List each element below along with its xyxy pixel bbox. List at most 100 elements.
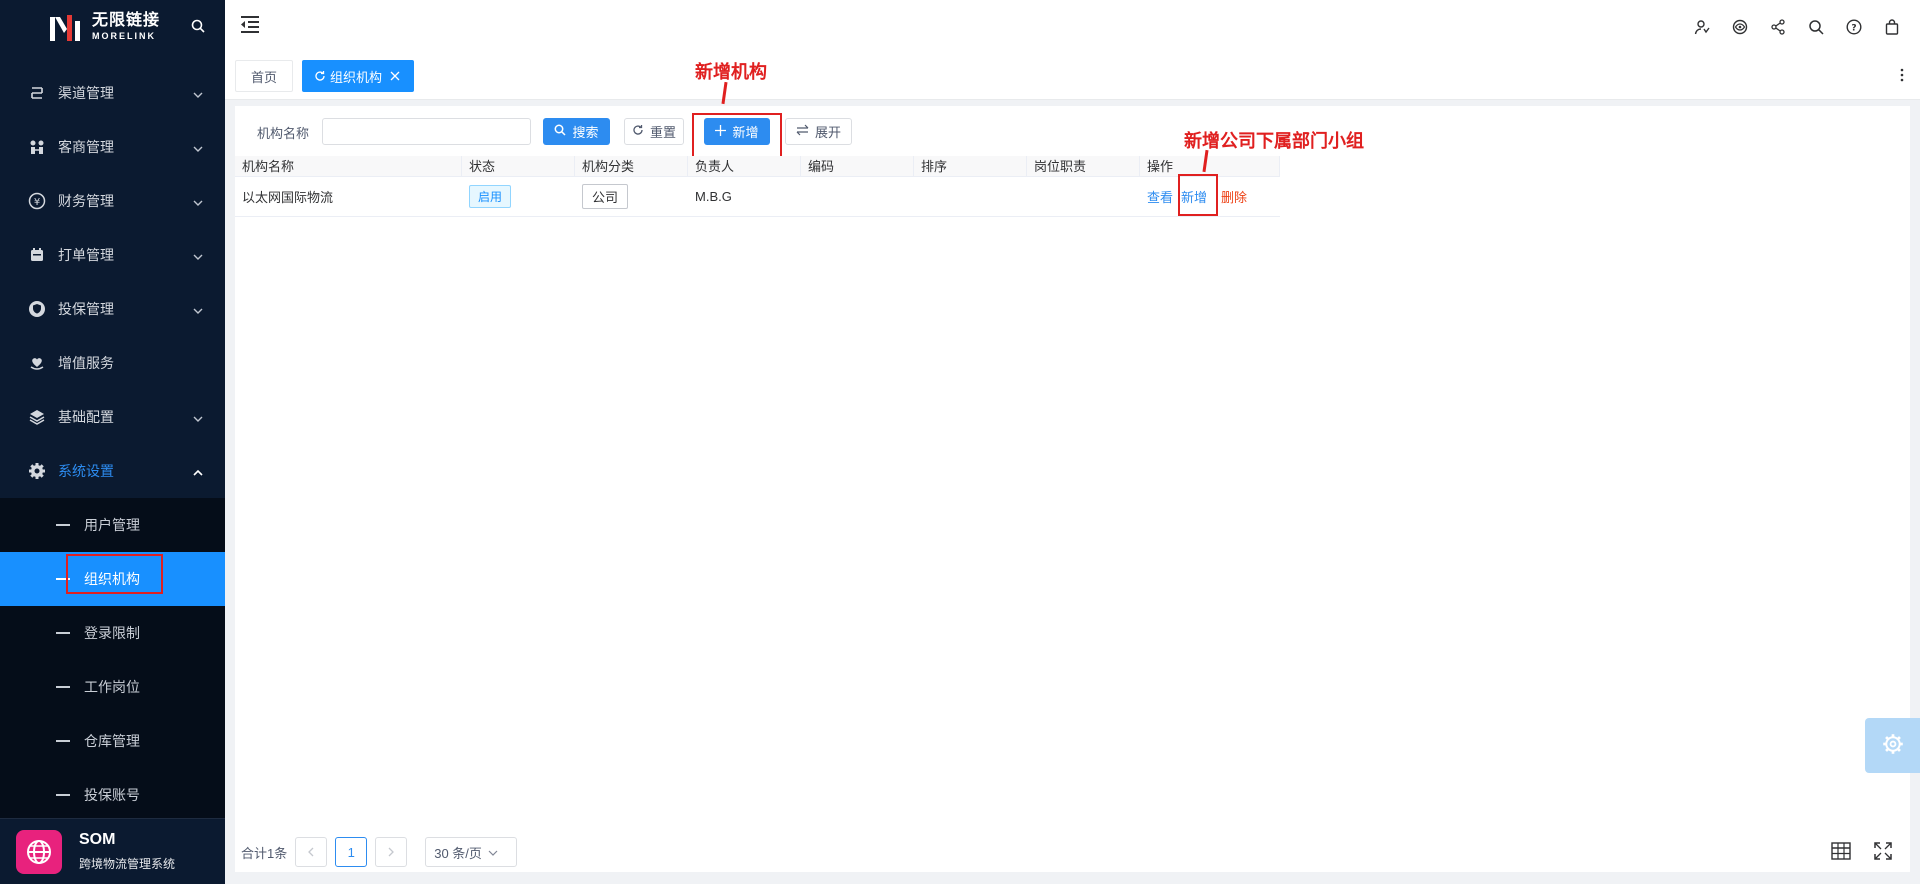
- annotation-add-sub: 新增公司下属部门小组: [1184, 131, 1364, 151]
- menu-label: 基础配置: [58, 409, 114, 425]
- tab-organization[interactable]: 组织机构: [302, 60, 414, 92]
- org-name-input[interactable]: [322, 118, 531, 145]
- chevron-down-icon: [488, 845, 498, 860]
- menu-label: 客商管理: [58, 139, 114, 155]
- sidebar: 无限链接 MORELINK 渠道管理 客商管理 ¥ 财务管理 打单管理 投保管理…: [0, 0, 225, 884]
- sub-label: 仓库管理: [84, 733, 140, 749]
- sub-item-organization[interactable]: 组织机构: [0, 552, 225, 606]
- brand-text: SOM 跨境物流管理系统: [79, 831, 175, 872]
- top-header: ?: [225, 0, 1920, 54]
- menu-label: 系统设置: [58, 463, 114, 479]
- table-columns-icon[interactable]: [1830, 840, 1852, 862]
- table-header: 机构名称 状态 机构分类 负责人 编码 排序 岗位职责 操作: [235, 156, 1280, 177]
- sub-label: 登录限制: [84, 625, 140, 641]
- menu-item-system-settings[interactable]: 系统设置: [0, 444, 225, 498]
- prev-page-button[interactable]: [295, 837, 328, 867]
- cell-code: [801, 177, 914, 216]
- swap-icon: [796, 124, 809, 139]
- tab-label: 组织机构: [330, 69, 383, 85]
- org-table: 机构名称 状态 机构分类 负责人 编码 排序 岗位职责 操作 以太网国际物流 启…: [235, 156, 1280, 217]
- floating-settings-button[interactable]: [1865, 718, 1920, 773]
- menu-item-merchant[interactable]: 客商管理: [0, 120, 225, 174]
- menu-fold-icon[interactable]: [240, 15, 260, 33]
- tab-label: 首页: [250, 69, 277, 85]
- sub-item-work-post[interactable]: 工作岗位: [0, 660, 225, 714]
- col-header: 排序: [914, 156, 1027, 176]
- logo-bar: 无限链接 MORELINK: [0, 0, 225, 54]
- dash-icon: [56, 632, 70, 634]
- menu-item-insurance[interactable]: 投保管理: [0, 282, 225, 336]
- logo-text: 无限链接 MORELINK: [92, 13, 160, 41]
- pagination: 合计1条 1 30 条/页: [241, 836, 518, 868]
- col-header: 负责人: [688, 156, 801, 176]
- sub-item-warehouse[interactable]: 仓库管理: [0, 714, 225, 768]
- delete-link[interactable]: 删除: [1221, 187, 1247, 206]
- status-badge: 启用: [469, 185, 512, 208]
- chevron-up-icon: [193, 465, 203, 476]
- user-switch-icon[interactable]: [1692, 17, 1712, 37]
- dash-icon: [56, 686, 70, 688]
- sub-item-login-limit[interactable]: 登录限制: [0, 606, 225, 660]
- highlight-box: [1178, 174, 1219, 216]
- reset-button[interactable]: 重置: [624, 118, 684, 145]
- menu-label: 财务管理: [58, 193, 114, 209]
- brand-footer: SOM 跨境物流管理系统: [0, 818, 225, 884]
- sub-label: 投保账号: [84, 787, 140, 803]
- side-menu: 渠道管理 客商管理 ¥ 财务管理 打单管理 投保管理 增值服务 基础配置 系统设…: [0, 66, 225, 498]
- header-icons: ?: [1692, 17, 1902, 37]
- chevron-down-icon: [193, 411, 203, 422]
- tab-home[interactable]: 首页: [235, 60, 293, 92]
- fullscreen-icon[interactable]: [1872, 840, 1894, 862]
- total-count: 合计1条: [241, 845, 288, 861]
- chevron-down-icon: [193, 249, 203, 260]
- menu-item-base-config[interactable]: 基础配置: [0, 390, 225, 444]
- view-link[interactable]: 查看: [1147, 187, 1173, 206]
- menu-search-icon[interactable]: [191, 19, 205, 33]
- chevron-down-icon: [193, 87, 203, 98]
- page-size-select[interactable]: 30 条/页: [425, 837, 518, 867]
- expand-button-label: 展开: [814, 125, 841, 140]
- sub-item-insurance-account[interactable]: 投保账号: [0, 768, 225, 822]
- cell-status: 启用: [462, 177, 575, 216]
- cell-org-name: 以太网国际物流: [242, 190, 334, 205]
- dash-icon: [56, 794, 70, 796]
- reset-button-label: 重置: [649, 125, 676, 140]
- menu-item-value-added[interactable]: 增值服务: [0, 336, 225, 390]
- refresh-icon[interactable]: [314, 70, 326, 82]
- close-icon[interactable]: [390, 71, 400, 81]
- next-page-button[interactable]: [375, 837, 408, 867]
- col-header: 操作: [1140, 156, 1280, 176]
- add-sub-wrap: 新增: [1178, 174, 1219, 216]
- bag-icon[interactable]: [1882, 17, 1902, 37]
- menu-label: 渠道管理: [58, 85, 114, 101]
- menu-item-print[interactable]: 打单管理: [0, 228, 225, 282]
- heart-hand-icon: [28, 354, 46, 372]
- brand-subtitle: 跨境物流管理系统: [79, 857, 176, 871]
- sub-label: 工作岗位: [84, 679, 140, 695]
- search-icon[interactable]: [1806, 17, 1826, 37]
- menu-label: 打单管理: [58, 247, 114, 263]
- eye-icon[interactable]: [1730, 17, 1750, 37]
- help-icon[interactable]: ?: [1844, 17, 1864, 37]
- cell-actions: 查看 新增 删除: [1140, 174, 1280, 216]
- merchant-icon: [28, 138, 46, 156]
- sub-item-user-mgmt[interactable]: 用户管理: [0, 498, 225, 552]
- brand-title: SOM: [79, 831, 116, 848]
- col-header: 编码: [801, 156, 914, 176]
- chevron-down-icon: [193, 195, 203, 206]
- tags-bar: 首页 组织机构: [225, 54, 1920, 100]
- category-badge: 公司: [582, 184, 629, 209]
- dash-icon: [56, 524, 70, 526]
- dash-icon: [56, 740, 70, 742]
- share-icon[interactable]: [1768, 17, 1788, 37]
- page-1-button[interactable]: 1: [335, 837, 368, 867]
- search-button-label: 搜索: [572, 125, 599, 140]
- expand-button[interactable]: 展开: [785, 118, 852, 145]
- menu-label: 投保管理: [58, 301, 114, 317]
- more-vertical-icon[interactable]: [1900, 67, 1904, 83]
- menu-item-channel[interactable]: 渠道管理: [0, 66, 225, 120]
- menu-item-finance[interactable]: ¥ 财务管理: [0, 174, 225, 228]
- col-header: 机构分类: [575, 156, 688, 176]
- morelink-logo-icon: [48, 13, 86, 41]
- search-button[interactable]: 搜索: [543, 118, 610, 145]
